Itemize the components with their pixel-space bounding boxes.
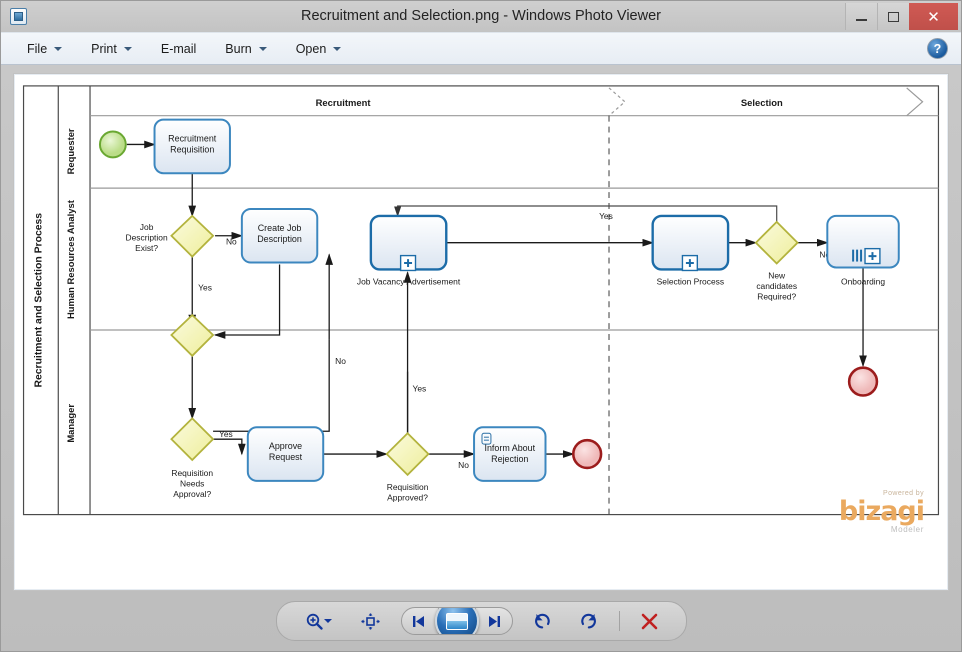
previous-icon — [413, 615, 424, 627]
phase-label-selection: Selection — [741, 97, 783, 108]
title-bar[interactable]: Recruitment and Selection.png - Windows … — [1, 1, 961, 32]
rotate-cw-icon — [581, 613, 596, 629]
slideshow-button[interactable] — [434, 608, 479, 634]
menu-label-print: Print — [91, 41, 117, 56]
window-title: Recruitment and Selection.png - Windows … — [300, 8, 661, 24]
node-end-event-rejection[interactable] — [571, 438, 603, 470]
delete-button[interactable] — [634, 607, 666, 635]
minimize-icon — [856, 19, 867, 21]
flow-label-jd-no: No — [226, 237, 237, 247]
chevron-down-icon — [54, 46, 63, 51]
subprocess-label-onboarding: Onboarding — [841, 276, 885, 286]
help-icon[interactable]: ? — [927, 38, 948, 59]
parallel-marker-icon — [852, 249, 863, 262]
subprocess-label-selection: Selection Process — [657, 276, 724, 286]
flow-label-jd-yes: Yes — [198, 282, 212, 292]
node-recruitment-requisition[interactable]: Recruitment Requisition — [153, 118, 231, 175]
menu-label-email: E-mail — [160, 41, 197, 56]
node-selection-process[interactable]: Selection Process — [651, 214, 730, 286]
magnifier-plus-icon — [306, 613, 323, 630]
maximize-icon — [888, 11, 899, 22]
chevron-down-icon — [323, 619, 332, 623]
flow-label-approved-yes: Yes — [413, 384, 427, 394]
chevron-down-icon — [123, 46, 132, 51]
navigation-group — [400, 607, 513, 635]
node-end-event-onboarding[interactable] — [847, 366, 879, 397]
bizagi-watermark: Powered by bizagi Modeler — [838, 490, 925, 534]
photo-viewer-icon — [10, 8, 27, 25]
menu-item-open[interactable]: Open — [286, 37, 352, 61]
slideshow-icon — [445, 612, 468, 630]
minimize-button[interactable] — [845, 3, 877, 30]
gateway-label-requisition-approved: Requisition Approved? — [387, 482, 429, 503]
flow-label-approved-no: No — [458, 460, 469, 470]
menu-label-burn: Burn — [225, 41, 252, 56]
menu-item-print[interactable]: Print — [81, 37, 142, 61]
task-label-create-jd: Create Job Description — [257, 223, 302, 244]
menu-label-open: Open — [295, 41, 327, 56]
rotate-ccw-icon — [535, 613, 550, 629]
bpmn-diagram-image: Recruitment and Selection Process Reques… — [22, 85, 940, 516]
menu-bar: File Print E-mail Burn Open ? — [1, 32, 961, 65]
close-icon: ✕ — [927, 8, 940, 26]
lane-label-manager: Manager — [65, 404, 76, 443]
rotate-clockwise-button[interactable] — [573, 607, 605, 635]
delete-x-icon — [641, 613, 658, 629]
task-label-line1: Recruitment Requisition — [168, 133, 217, 154]
image-viewport[interactable]: Recruitment and Selection Process Reques… — [13, 73, 949, 591]
toolbar-divider — [618, 611, 620, 631]
fit-to-window-button[interactable] — [355, 607, 387, 635]
maximize-button[interactable] — [877, 3, 909, 30]
next-button[interactable] — [474, 608, 512, 634]
fit-to-window-icon — [361, 612, 380, 630]
task-label-inform-rejection: Inform About Rejection — [484, 443, 535, 464]
window-controls: ✕ — [845, 3, 961, 30]
phase-label-recruitment: Recruitment — [316, 97, 372, 108]
watermark-brand: bizagi — [838, 496, 925, 527]
close-button[interactable]: ✕ — [909, 3, 958, 30]
rotate-counterclockwise-button[interactable] — [527, 607, 559, 635]
next-icon — [489, 615, 500, 627]
photo-viewer-window: Recruitment and Selection.png - Windows … — [0, 0, 962, 652]
menu-item-file[interactable]: File — [17, 37, 72, 61]
pool-label: Recruitment and Selection Process — [33, 213, 44, 388]
menu-label-file: File — [27, 41, 48, 56]
toolbar-capsule — [275, 601, 687, 641]
menu-item-burn[interactable]: Burn — [215, 37, 276, 61]
lane-label-requester: Requester — [65, 128, 76, 174]
chevron-down-icon — [333, 46, 342, 51]
menu-item-email[interactable]: E-mail — [151, 37, 206, 61]
chevron-down-icon — [258, 46, 267, 51]
previous-button[interactable] — [402, 608, 439, 634]
task-label-approve-request: Approve Request — [269, 441, 303, 462]
subprocess-label-job-vacancy: Job Vacancy Advertisement — [357, 276, 461, 286]
bottom-toolbar — [1, 591, 961, 651]
flow-label-needs-yes: Yes — [219, 429, 233, 439]
flow-label-needs-no: No — [335, 356, 346, 366]
watermark-product: Modeler — [890, 525, 924, 534]
lane-label-hr-analyst: Human Resources Analyst — [65, 199, 76, 319]
zoom-button[interactable] — [297, 607, 341, 635]
node-inform-about-rejection[interactable]: Inform About Rejection — [473, 426, 547, 482]
node-create-job-description[interactable]: Create Job Description — [240, 207, 319, 264]
node-job-vacancy-advertisement[interactable]: Job Vacancy Advertisement — [357, 214, 461, 286]
node-start-event[interactable] — [98, 130, 127, 159]
help-glyph: ? — [933, 41, 942, 56]
flow-label-cand-yes: Yes — [599, 211, 613, 221]
node-approve-request[interactable]: Approve Request — [246, 426, 325, 482]
